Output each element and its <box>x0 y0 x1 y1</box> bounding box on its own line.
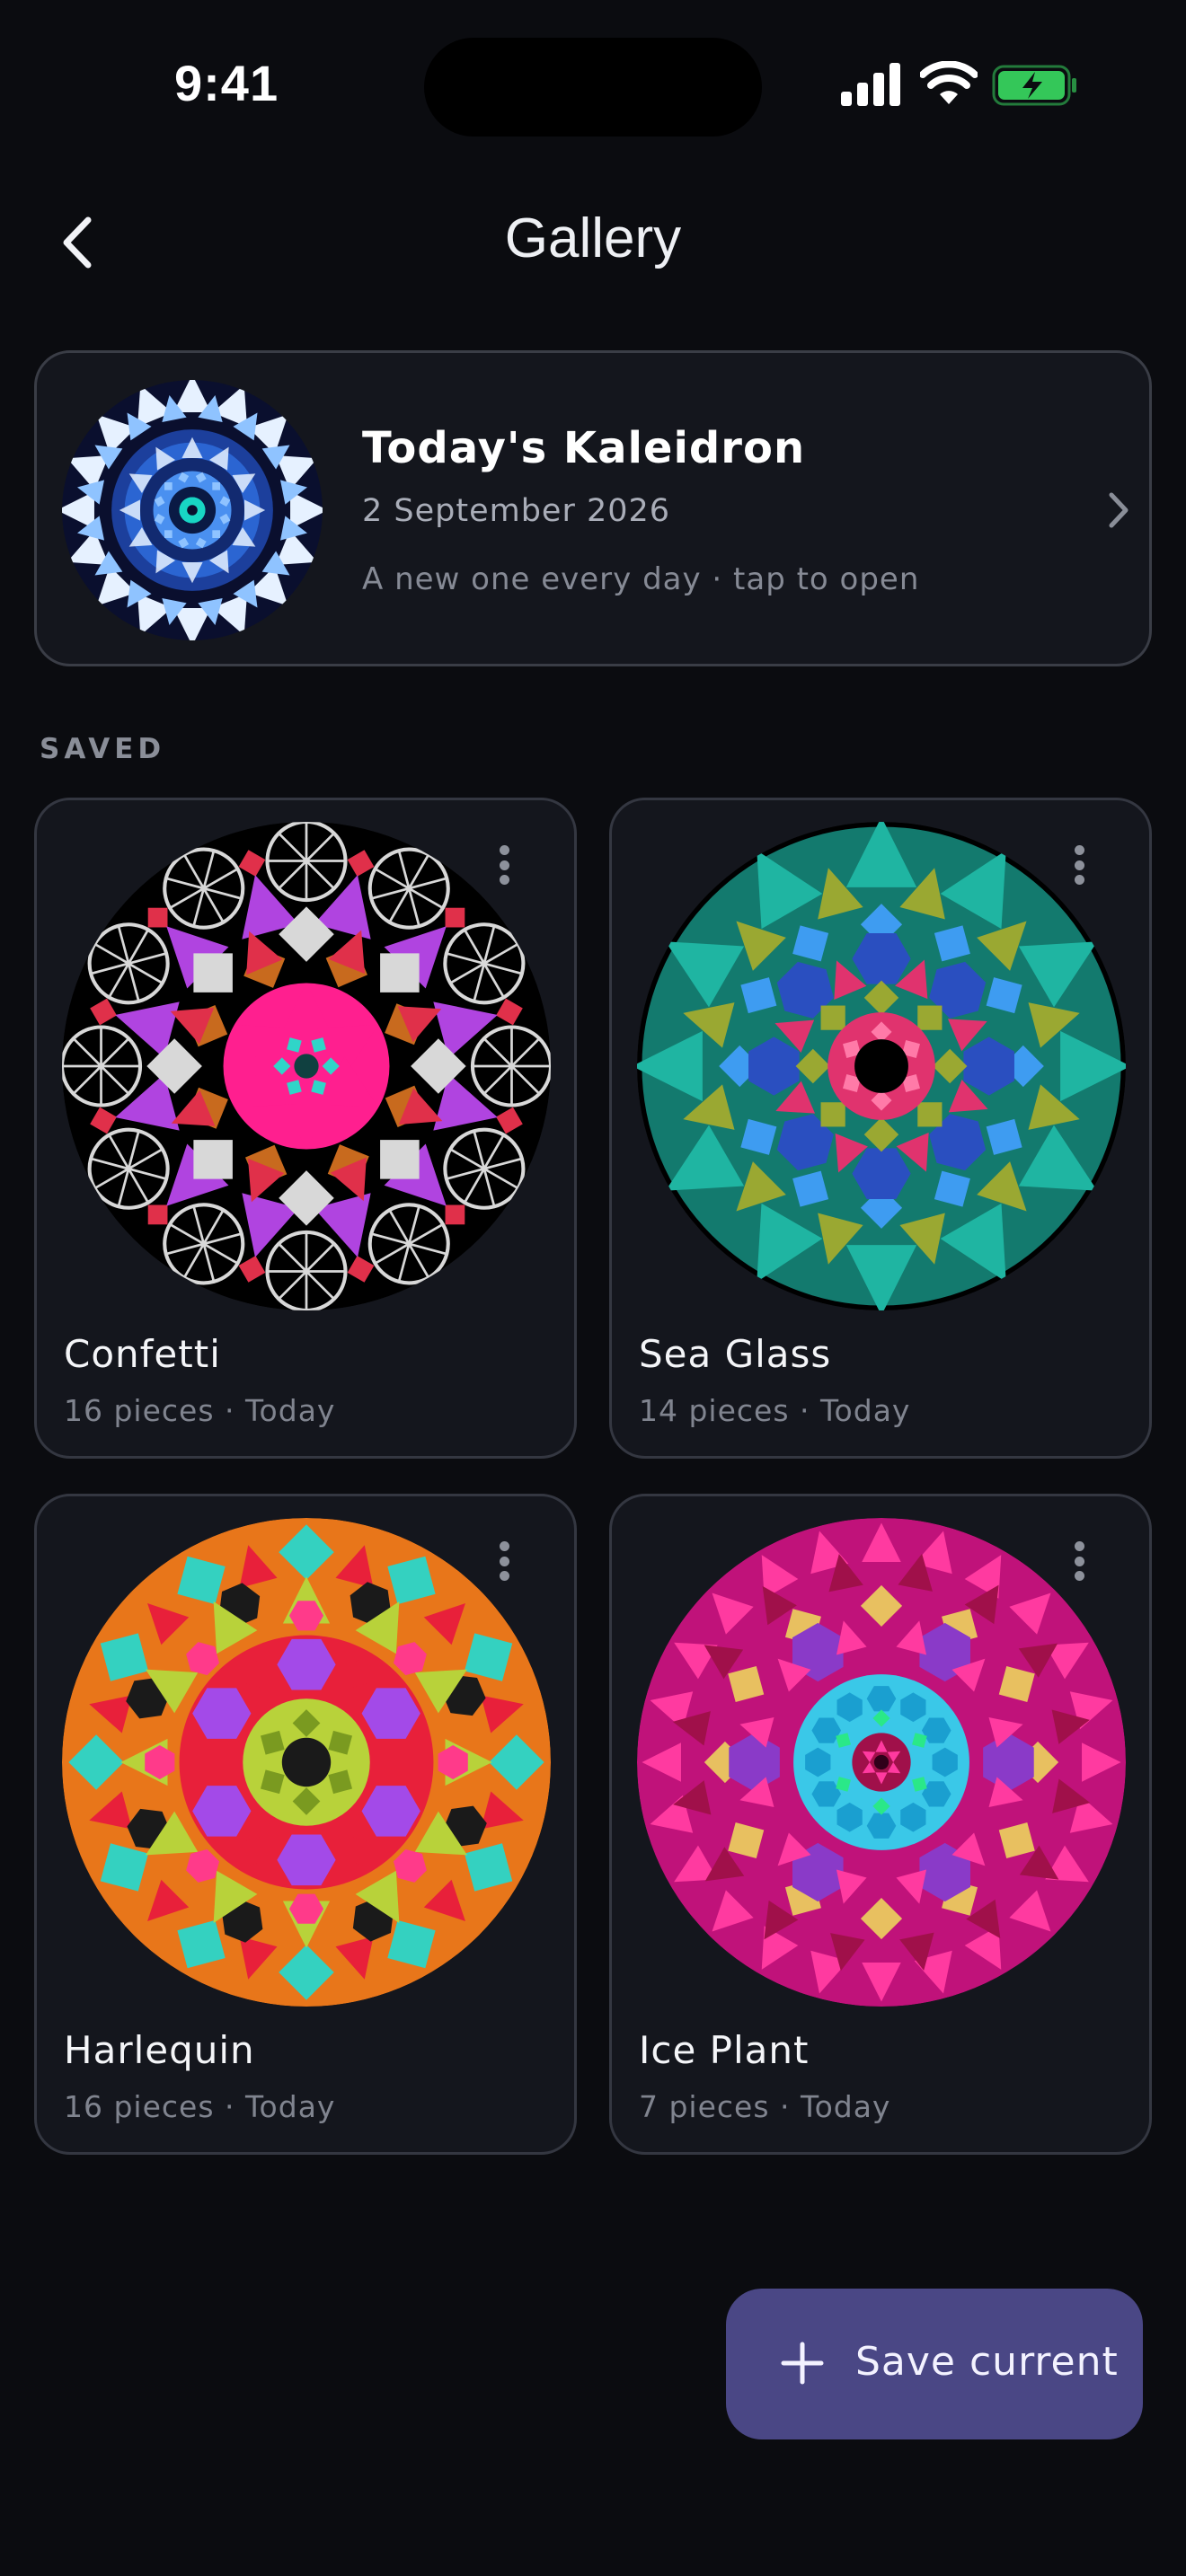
featured-title: Today's Kaleidron <box>362 423 806 473</box>
kaleidoscope-thumbnail <box>62 822 551 1310</box>
dynamic-island <box>424 38 762 137</box>
status-time: 9:41 <box>174 55 279 111</box>
save-current-label: Save current <box>855 2339 1119 2385</box>
saved-item-name: Harlequin <box>64 2028 255 2072</box>
saved-item-meta: 14 pieces · Today <box>639 1393 911 1428</box>
saved-item-meta: 16 pieces · Today <box>64 1393 336 1428</box>
wifi-icon <box>920 61 978 104</box>
more-vertical-icon[interactable] <box>1061 1536 1097 1586</box>
kaleidoscope-thumbnail <box>637 1518 1126 2007</box>
plus-icon <box>781 2342 824 2385</box>
saved-item-name: Sea Glass <box>639 1332 832 1376</box>
kaleidoscope-thumbnail <box>62 1518 551 2007</box>
saved-item-card[interactable]: Sea Glass 14 pieces · Today <box>609 798 1152 1459</box>
battery-charging-icon <box>992 65 1076 106</box>
more-vertical-icon[interactable] <box>1061 840 1097 890</box>
saved-item-name: Ice Plant <box>639 2028 810 2072</box>
saved-item-card[interactable]: Ice Plant 7 pieces · Today <box>609 1494 1152 2155</box>
saved-item-name: Confetti <box>64 1332 221 1376</box>
chevron-right-icon <box>1109 492 1128 528</box>
saved-item-meta: 16 pieces · Today <box>64 2089 336 2124</box>
more-vertical-icon[interactable] <box>486 1536 522 1586</box>
saved-item-card[interactable]: Harlequin 16 pieces · Today <box>34 1494 577 2155</box>
saved-item-meta: 7 pieces · Today <box>639 2089 891 2124</box>
todays-kaleidron-card[interactable]: Today's Kaleidron 2 September 2026 A new… <box>34 350 1152 666</box>
signal-icon <box>841 63 900 106</box>
gallery-screen: 9:41 Gallery Today's Kaleidron 2 Septemb… <box>0 0 1186 2576</box>
kaleidoscope-thumbnail <box>637 822 1126 1310</box>
todays-kaleidron-thumbnail <box>62 380 323 640</box>
featured-subtitle: A new one every day · tap to open <box>362 561 920 597</box>
saved-item-card[interactable]: Confetti 16 pieces · Today <box>34 798 577 1459</box>
status-bar: 9:41 <box>0 0 1186 137</box>
more-vertical-icon[interactable] <box>486 840 522 890</box>
page-title: Gallery <box>504 207 682 269</box>
featured-date: 2 September 2026 <box>362 493 671 529</box>
saved-section-label: SAVED <box>40 733 166 765</box>
save-current-button[interactable]: Save current <box>726 2289 1143 2439</box>
